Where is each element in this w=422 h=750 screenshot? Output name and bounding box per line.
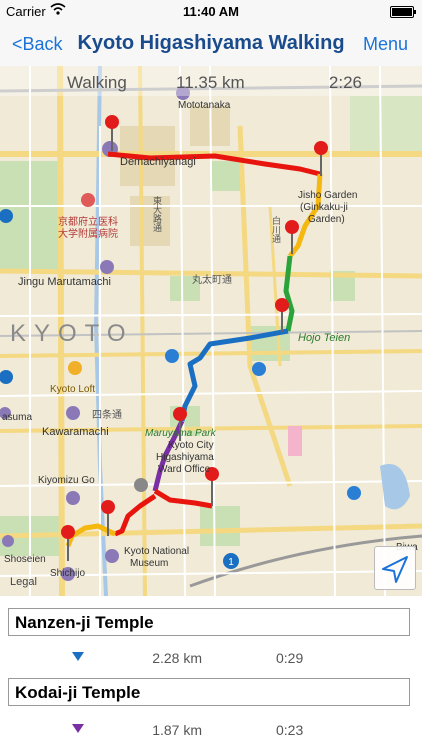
status-time: 11:40 AM [183, 4, 239, 19]
police-icon [165, 349, 179, 363]
status-bar: Carrier 11:40 AM [0, 0, 422, 22]
map-label: 丸太町通 [192, 275, 232, 286]
total-duration: 2:26 [328, 73, 362, 92]
map-label: (Ginkaku-ji [300, 202, 348, 213]
map-label: Kyoto National [124, 546, 190, 557]
map-label: Museum [130, 558, 169, 569]
stop-leg-info: 1.87 km 0:23 [0, 718, 422, 742]
map-label: Higashiyama [156, 452, 214, 463]
map-label: Garden) [308, 214, 345, 225]
stop-leg-info: 2.28 km 0:29 [0, 646, 422, 670]
map-label: asuma [2, 412, 33, 423]
stop-header[interactable]: Nanzen-ji Temple [8, 608, 410, 636]
park-area [350, 96, 422, 156]
map-label: Ward Office [158, 464, 211, 475]
locate-me-button[interactable] [374, 546, 416, 590]
map-label: 四条通 [92, 410, 122, 421]
page-title: Kyoto Higashiyama Walking [77, 32, 345, 54]
legal-link[interactable]: Legal [10, 576, 37, 588]
route-shield-icon: 1 [223, 553, 239, 569]
map-label: Jisho Garden [298, 190, 358, 201]
map-label: 白川通 [270, 216, 280, 243]
stop-list: Nanzen-ji Temple 2.28 km 0:29 Kodai-ji T… [0, 596, 422, 750]
route-map[interactable]: 1 Walking 11.35 km 2:26 Mototanaka Demac… [0, 66, 422, 596]
government-icon [134, 478, 148, 492]
map-label: KYOTO [10, 320, 134, 347]
map-label: Shichijo [50, 568, 86, 579]
leg-arrow-icon [72, 652, 84, 661]
leg-time: 0:29 [276, 650, 304, 666]
route-segment-red-2 [114, 488, 213, 537]
leg-distance: 1.87 km [152, 722, 202, 738]
battery-icon [390, 6, 416, 18]
map-label: Demachiyanagi [120, 156, 196, 168]
leg-distance: 2.28 km [152, 650, 202, 666]
route-summary-bar: Walking 11.35 km 2:26 [0, 66, 422, 96]
map-label: 東大路通 [151, 196, 161, 232]
cherry-blossom-area [288, 426, 302, 456]
map-label: Mototanaka [178, 100, 231, 111]
travel-mode: Walking [67, 73, 127, 92]
hospital-icon [81, 193, 95, 207]
map-label: Kawaramachi [42, 426, 109, 438]
navigation-bar: <Back Kyoto Higashiyama Walking Menu [0, 22, 422, 67]
police-icon [252, 362, 266, 376]
map-label: Kyoto City [168, 440, 214, 451]
leg-arrow-icon [72, 724, 84, 733]
menu-button[interactable]: Menu [363, 34, 408, 55]
map-label: Kyoto Loft [50, 384, 96, 395]
park-area [200, 506, 240, 546]
map-label: Shoseien [4, 554, 46, 565]
route-segment-green [283, 255, 295, 332]
location-arrow-icon [382, 556, 408, 583]
leg-time: 0:23 [276, 722, 304, 738]
park-area [210, 161, 242, 191]
total-distance: 11.35 km [176, 73, 245, 92]
map-label: Kiyomizu Go [38, 475, 95, 486]
map-label: Hojo Teien [298, 332, 351, 344]
map-label: Jingu Marutamachi [18, 276, 111, 288]
stop-header[interactable]: Kodai-ji Temple [8, 678, 410, 706]
shopping-icon [68, 361, 82, 375]
map-label: 大学附属病院 [58, 229, 118, 240]
svg-text:1: 1 [228, 557, 234, 568]
police-icon [347, 486, 361, 500]
map-label: Maruyama Park [145, 428, 216, 439]
